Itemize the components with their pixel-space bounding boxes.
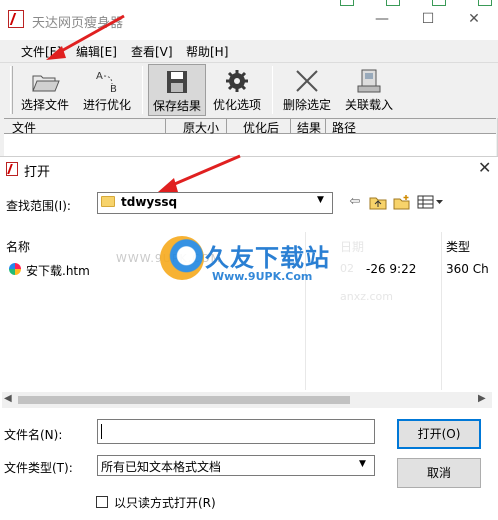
select-file-label: 选择文件: [20, 98, 69, 112]
tray-icon: [386, 0, 400, 6]
delete-cross-icon: [296, 70, 318, 92]
optimize-label: 进行优化: [82, 98, 131, 112]
optimize-ab-icon: A B: [96, 71, 117, 94]
up-folder-icon[interactable]: [369, 194, 387, 210]
save-result-label: 保存结果: [152, 99, 201, 113]
cancel-button[interactable]: 取消: [397, 458, 481, 488]
associate-load-button[interactable]: 关联载入: [340, 64, 398, 116]
delete-selected-label: 删除选定: [282, 98, 331, 112]
gear-icon: [226, 70, 248, 92]
tray-icon: [340, 0, 354, 6]
filename-label: 文件名(N):: [4, 428, 63, 442]
toolbar-grip: [10, 66, 13, 114]
menu-edit[interactable]: 编辑[E]: [76, 43, 117, 60]
associate-load-label: 关联载入: [344, 98, 393, 112]
chevron-down-icon[interactable]: ▼: [317, 195, 324, 205]
filename-input[interactable]: [97, 419, 375, 444]
back-arrow-icon[interactable]: ⇦: [346, 193, 364, 211]
file-list[interactable]: [4, 134, 496, 156]
tray-icon: [432, 0, 446, 6]
watermark-faint: anxz.com: [340, 290, 393, 303]
minimize-button[interactable]: —: [368, 8, 396, 30]
file-date-cell: -26 9:22: [366, 262, 417, 276]
floppy-disk-icon: [167, 71, 187, 93]
delete-selected-button[interactable]: 删除选定: [278, 64, 336, 116]
watermark-logo: [160, 236, 204, 280]
filetype-label: 文件类型(T):: [4, 461, 73, 475]
menu-file[interactable]: 文件[F]: [21, 43, 61, 60]
scrollbar-thumb[interactable]: [18, 396, 350, 404]
new-folder-icon[interactable]: [393, 194, 411, 210]
text-caret: [101, 424, 102, 439]
browser-file-icon: [9, 263, 21, 275]
column-name[interactable]: 名称: [6, 238, 30, 255]
readonly-checkbox[interactable]: [96, 496, 108, 508]
menu-bar: [0, 40, 498, 62]
svg-text:B: B: [110, 84, 117, 94]
open-button[interactable]: 打开(O): [397, 419, 481, 449]
tray-icon: [478, 0, 492, 6]
watermark-faint: 02: [340, 262, 354, 275]
maximize-button[interactable]: ☐: [414, 8, 442, 30]
scroll-left-icon[interactable]: ◀: [4, 393, 12, 404]
optimize-button[interactable]: A B 进行优化: [78, 64, 136, 116]
watermark-url: Www.9UPK.Com: [212, 270, 313, 283]
save-result-button[interactable]: 保存结果: [148, 64, 206, 116]
scroll-right-icon[interactable]: ▶: [478, 393, 486, 404]
dialog-close-button[interactable]: ✕: [478, 158, 491, 177]
optimize-options-button[interactable]: 优化选项: [208, 64, 266, 116]
file-name-cell[interactable]: 安下载.htm: [26, 262, 90, 279]
column-separator[interactable]: [165, 118, 166, 134]
select-file-button[interactable]: 选择文件: [16, 64, 74, 116]
column-separator[interactable]: [441, 232, 442, 390]
toolbar-separator: [272, 66, 273, 114]
svg-text:A: A: [96, 71, 103, 82]
menu-help[interactable]: 帮助[H]: [186, 43, 228, 60]
column-date[interactable]: 日期: [340, 238, 364, 255]
filetype-value: 所有已知文本格式文档: [101, 460, 222, 474]
watermark-brand: 久友下载站: [205, 244, 330, 272]
look-in-value: tdwyssq: [121, 195, 178, 209]
readonly-label[interactable]: 以只读方式打开(R): [114, 494, 216, 511]
optimize-options-label: 优化选项: [212, 98, 261, 112]
folder-icon: [101, 196, 115, 207]
look-in-label: 查找范围(I):: [6, 199, 71, 213]
app-icon: [8, 10, 24, 28]
open-folder-icon: [32, 75, 60, 92]
column-type[interactable]: 类型: [446, 238, 470, 255]
toolbar-separator: [142, 66, 143, 114]
associate-load-icon: [357, 69, 381, 93]
menu-view[interactable]: 查看[V]: [131, 43, 173, 60]
close-button[interactable]: ✕: [460, 8, 488, 30]
dialog-title: 打开: [24, 165, 51, 180]
column-separator[interactable]: [290, 118, 291, 134]
file-type-cell: 360 Ch: [446, 262, 489, 276]
view-menu-icon[interactable]: [417, 195, 445, 209]
column-separator[interactable]: [226, 118, 227, 134]
app-title: 天达网页瘦身器: [32, 16, 124, 31]
column-separator[interactable]: [325, 118, 326, 134]
dialog-app-icon: [6, 162, 18, 176]
chevron-down-icon[interactable]: ▼: [359, 459, 366, 469]
